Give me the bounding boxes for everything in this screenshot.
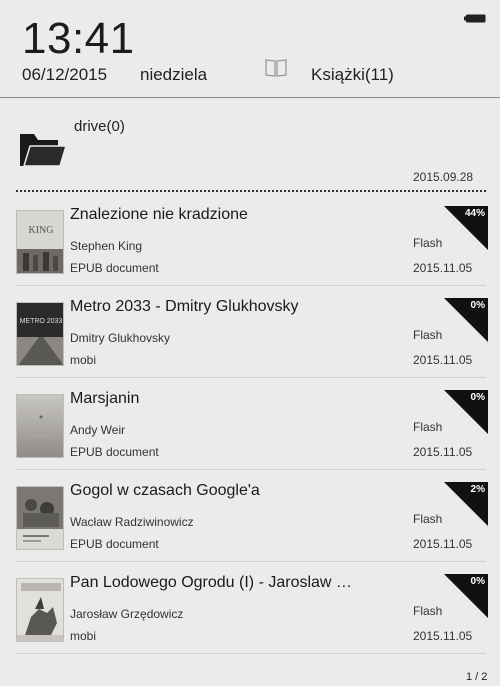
progress-badge: 0%: [444, 298, 488, 342]
progress-value: 44%: [464, 208, 485, 219]
cover-text: KING: [29, 225, 54, 236]
book-title: Marsjanin: [70, 390, 140, 407]
cover-text: METRO 2033: [20, 318, 63, 325]
folder-item-drive[interactable]: drive(0) 2015.09.28: [0, 98, 500, 190]
book-storage: Flash: [413, 236, 443, 250]
book-cover: METRO 2033: [16, 302, 64, 366]
book-date: 2015.11.05: [413, 261, 473, 275]
book-title: Pan Lodowego Ogrodu (I) - Jaroslaw …: [70, 574, 352, 591]
library-button[interactable]: Książki(11): [311, 65, 394, 85]
book-format: EPUB document: [70, 261, 159, 275]
book-item[interactable]: KING Znalezione nie kradzione Stephen Ki…: [0, 194, 500, 286]
clock: 13:41: [22, 14, 135, 63]
book-item[interactable]: Gogol w czasach Google'a Wacław Radziwin…: [0, 470, 500, 562]
book-author: Dmitry Glukhovsky: [70, 331, 171, 345]
folder-icon: [20, 130, 68, 168]
weekday-label: niedziela: [140, 65, 208, 84]
book-date: 2015.11.05: [413, 537, 473, 551]
battery-icon: [464, 10, 486, 23]
book-cover: KING: [16, 210, 64, 274]
book-title: Znalezione nie kradzione: [70, 206, 248, 223]
status-bar: 13:41 06/12/2015 niedziela Książki(11): [0, 0, 500, 98]
row-divider: [16, 653, 486, 654]
folder-name: drive(0): [74, 118, 125, 135]
progress-badge: 2%: [444, 482, 488, 526]
folder-separator: [16, 190, 486, 192]
book-item[interactable]: Marsjanin Andy Weir EPUB document Flash …: [0, 378, 500, 470]
folder-date: 2015.09.28: [413, 170, 474, 184]
progress-value: 2%: [470, 484, 485, 495]
book-date: 2015.11.05: [413, 353, 473, 367]
progress-badge: 0%: [444, 574, 488, 618]
book-format: mobi: [70, 629, 97, 643]
book-cover: [16, 394, 64, 458]
page-indicator: 1 / 2: [466, 671, 488, 683]
book-author: Andy Weir: [70, 423, 126, 437]
date-label: 06/12/2015: [22, 65, 108, 84]
book-storage: Flash: [413, 328, 443, 342]
progress-value: 0%: [470, 300, 485, 311]
book-storage: Flash: [413, 420, 443, 434]
book-author: Wacław Radziwinowicz: [70, 515, 194, 529]
progress-value: 0%: [470, 576, 485, 587]
book-date: 2015.11.05: [413, 629, 473, 643]
book-storage: Flash: [413, 604, 443, 618]
book-item[interactable]: METRO 2033 Metro 2033 - Dmitry Glukhovsk…: [0, 286, 500, 378]
progress-badge: 0%: [444, 390, 488, 434]
book-item[interactable]: Pan Lodowego Ogrodu (I) - Jaroslaw … Jar…: [0, 562, 500, 654]
book-title: Metro 2033 - Dmitry Glukhovsky: [70, 298, 299, 315]
book-title: Gogol w czasach Google'a: [70, 482, 260, 499]
book-format: EPUB document: [70, 537, 159, 551]
book-icon[interactable]: [264, 58, 288, 78]
book-cover: [16, 578, 64, 642]
book-cover: [16, 486, 64, 550]
book-date: 2015.11.05: [413, 445, 473, 459]
book-storage: Flash: [413, 512, 443, 526]
progress-value: 0%: [470, 392, 485, 403]
book-format: mobi: [70, 353, 97, 367]
progress-badge: 44%: [444, 206, 488, 250]
book-format: EPUB document: [70, 445, 159, 459]
book-author: Stephen King: [70, 239, 143, 253]
book-author: Jarosław Grzędowicz: [70, 607, 184, 621]
